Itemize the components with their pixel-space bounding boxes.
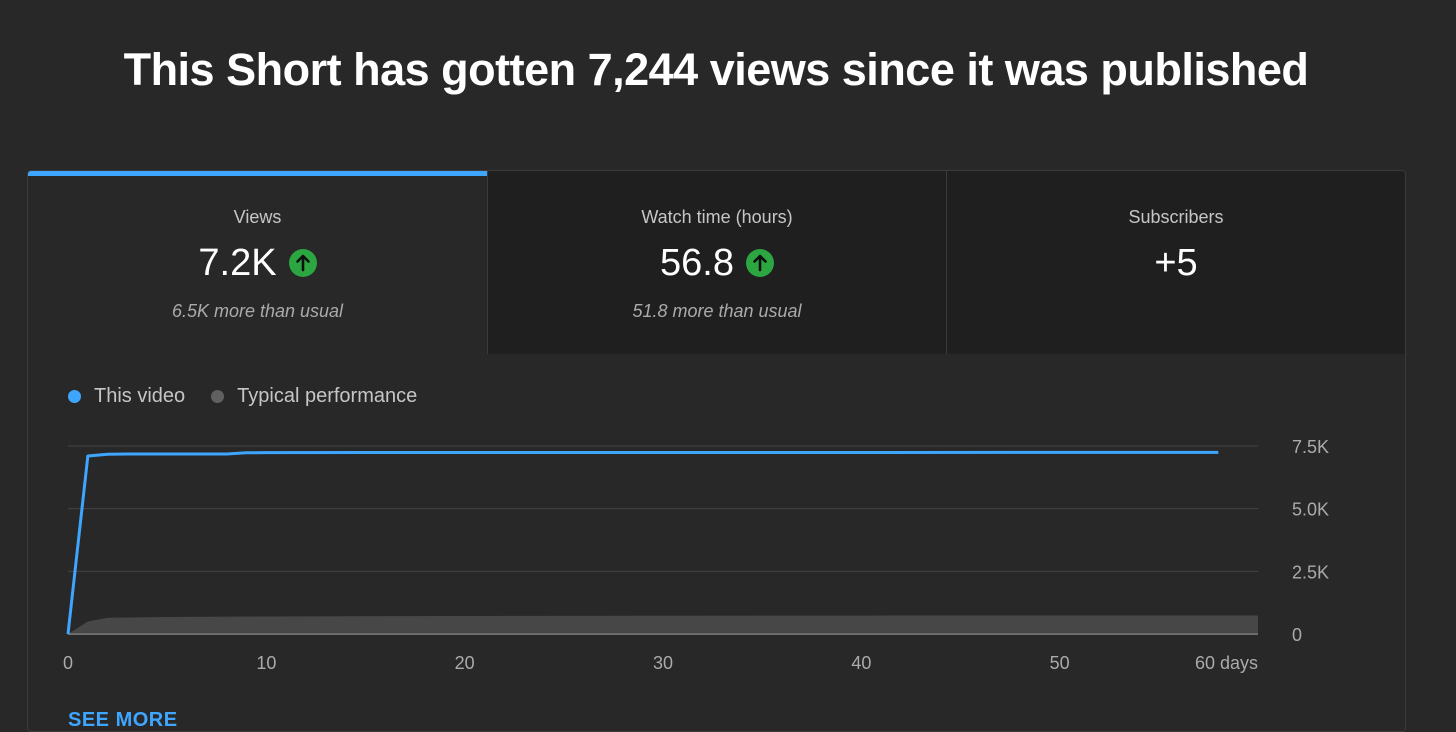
legend-item-this-video: This video bbox=[68, 385, 185, 408]
x-tick-label: 10 bbox=[256, 653, 276, 673]
tab-value: 7.2K bbox=[198, 242, 277, 284]
legend-label: Typical performance bbox=[237, 385, 418, 407]
y-tick-label: 5.0K bbox=[1292, 500, 1329, 520]
y-tick-label: 2.5K bbox=[1292, 562, 1329, 582]
tab-watch-time[interactable]: Watch time (hours) 56.8 51.8 more than u… bbox=[487, 171, 946, 354]
x-tick-label: 60 days bbox=[1195, 653, 1258, 673]
tab-views[interactable]: Views 7.2K 6.5K more than usual bbox=[28, 171, 487, 354]
page-title: This Short has gotten 7,244 views since … bbox=[123, 44, 1309, 95]
arrow-up-icon bbox=[288, 249, 317, 277]
tab-value: +5 bbox=[1154, 242, 1198, 284]
legend-dot bbox=[211, 390, 225, 403]
legend-dot bbox=[68, 390, 81, 403]
legend-label: This video bbox=[94, 385, 186, 407]
series-typical-performance bbox=[68, 615, 1258, 634]
tab-note: 6.5K more than usual bbox=[171, 301, 344, 321]
tab-note: 51.8 more than usual bbox=[632, 301, 802, 321]
views-chart: 0 2.5K 5.0K 7.5K 0 10 20 30 40 50 60 days bbox=[63, 437, 1329, 673]
metric-tabs: Views 7.2K 6.5K more than usual Watch ti… bbox=[28, 171, 1405, 354]
tab-label: Subscribers bbox=[1128, 207, 1224, 227]
y-tick-label: 7.5K bbox=[1292, 437, 1329, 457]
x-tick-label: 30 bbox=[653, 653, 673, 673]
y-tick-label: 0 bbox=[1292, 625, 1302, 645]
tab-value: 56.8 bbox=[660, 242, 734, 284]
see-more-link[interactable]: SEE MORE bbox=[68, 709, 178, 731]
x-tick-label: 40 bbox=[851, 653, 871, 673]
legend-item-typical: Typical performance bbox=[211, 385, 417, 408]
tab-label: Watch time (hours) bbox=[641, 207, 793, 227]
arrow-up-icon bbox=[745, 249, 774, 277]
tab-label: Views bbox=[233, 207, 282, 227]
tab-subscribers[interactable]: Subscribers +5 bbox=[946, 171, 1405, 354]
x-tick-label: 50 bbox=[1050, 653, 1070, 673]
chart-legend: This video Typical performance bbox=[68, 385, 443, 408]
analytics-card: Views 7.2K 6.5K more than usual Watch ti… bbox=[27, 170, 1406, 732]
series-this-video bbox=[66, 450, 1219, 635]
x-tick-label: 0 bbox=[63, 653, 73, 673]
x-tick-label: 20 bbox=[455, 653, 475, 673]
